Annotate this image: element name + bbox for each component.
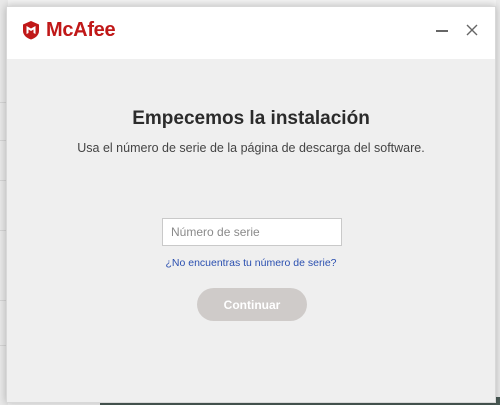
install-panel: Empecemos la instalación Usa el número d… xyxy=(7,59,495,402)
close-button[interactable] xyxy=(463,21,481,39)
serial-number-input[interactable] xyxy=(162,218,342,246)
brand-name: McAfee xyxy=(46,19,116,41)
minimize-button[interactable] xyxy=(433,21,451,39)
continue-button[interactable]: Continuar xyxy=(197,288,307,321)
title-bar: McAfee xyxy=(7,7,495,59)
page-title: Empecemos la instalación xyxy=(132,108,370,129)
installer-window: McAfee Empecemos la instalación Usa el n… xyxy=(6,6,496,403)
find-serial-link[interactable]: ¿No encuentras tu número de serie? xyxy=(7,257,495,269)
mcafee-shield-icon xyxy=(23,21,39,40)
brand-logo: McAfee xyxy=(21,19,116,41)
close-icon xyxy=(466,24,478,36)
desktop-background: McAfee Empecemos la instalación Usa el n… xyxy=(0,0,500,405)
minimize-icon xyxy=(436,30,448,32)
instructions-text: Usa el número de serie de la página de d… xyxy=(77,141,425,155)
window-controls xyxy=(433,21,481,39)
background-app-edge-right xyxy=(496,0,500,405)
